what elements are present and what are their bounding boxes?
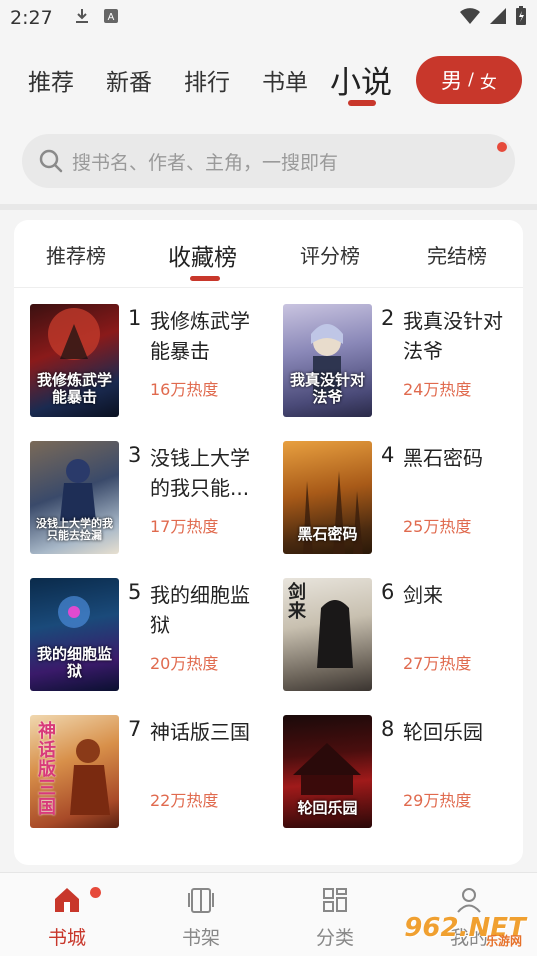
search-icon bbox=[39, 149, 63, 173]
book-cover-title: 我的细胞监狱 bbox=[36, 645, 112, 680]
book-heat: 17万热度 bbox=[150, 517, 219, 536]
battery-icon bbox=[515, 6, 527, 30]
watermark-logo: 962.NET 乐游网 bbox=[398, 905, 532, 951]
watermark-sub: 乐游网 bbox=[485, 934, 522, 948]
book-title: 黑石密码 bbox=[403, 446, 483, 470]
bottom-nav-label: 书架 bbox=[181, 927, 220, 949]
book-heat: 29万热度 bbox=[403, 791, 472, 810]
a-icon: A bbox=[103, 8, 119, 29]
book-cover-title: 神话版三国 bbox=[38, 721, 56, 818]
book-cover[interactable]: 神话版三国 bbox=[30, 715, 119, 828]
book-cover[interactable]: 轮回乐园 bbox=[283, 715, 372, 828]
book-item[interactable]: 我真没针对法爷 2 我真没针对法爷 24万热度 bbox=[283, 304, 513, 419]
nav-item-recommend[interactable]: 推荐 bbox=[28, 63, 74, 97]
search-placeholder: 搜书名、作者、主角，一搜即有 bbox=[72, 151, 339, 174]
wifi-icon bbox=[459, 7, 481, 29]
tab-recommend[interactable]: 推荐榜 bbox=[46, 240, 106, 269]
book-item[interactable]: 轮回乐园 8 轮回乐园 29万热度 bbox=[283, 715, 513, 830]
notification-dot bbox=[497, 142, 507, 152]
book-heat: 25万热度 bbox=[403, 517, 472, 536]
book-title: 神话版三国 bbox=[150, 720, 250, 744]
signal-icon bbox=[489, 7, 507, 29]
tab-collect[interactable]: 收藏榜 bbox=[168, 238, 237, 272]
book-heat: 24万热度 bbox=[403, 380, 472, 399]
nav-active-indicator bbox=[348, 100, 376, 106]
gender-separator: / bbox=[468, 70, 474, 90]
book-cover[interactable]: 黑石密码 bbox=[283, 441, 372, 554]
book-cover-title: 没钱上大学的我只能去捡漏 bbox=[36, 516, 113, 542]
book-cover-title: 我真没针对法爷 bbox=[289, 371, 365, 406]
book-title: 我的细胞监狱 bbox=[150, 583, 250, 637]
nav-item-new[interactable]: 新番 bbox=[106, 63, 152, 97]
book-cover[interactable]: 没钱上大学的我只能去捡漏 bbox=[30, 441, 119, 554]
gender-toggle[interactable]: 男 / 女 bbox=[416, 56, 522, 104]
tab-rating[interactable]: 评分榜 bbox=[300, 240, 360, 269]
book-item[interactable]: 没钱上大学的我只能去捡漏 3 没钱上大学的我只能... 17万热度 bbox=[30, 441, 260, 556]
book-rank: 2 bbox=[381, 306, 395, 330]
notification-dot bbox=[90, 887, 101, 898]
book-title: 我修炼武学能暴击 bbox=[150, 309, 250, 363]
book-cover[interactable]: 剑来 bbox=[283, 578, 372, 691]
book-item[interactable]: 黑石密码 4 黑石密码 25万热度 bbox=[283, 441, 513, 556]
book-heat: 16万热度 bbox=[150, 380, 219, 399]
book-rank: 8 bbox=[381, 717, 395, 741]
ranking-card: 推荐榜 收藏榜 评分榜 完结榜 我修炼武学能暴击 1 我修炼武学能暴击 16万热… bbox=[14, 220, 523, 865]
book-rank: 3 bbox=[128, 443, 142, 467]
nav-item-ranking[interactable]: 排行 bbox=[184, 63, 230, 97]
book-item[interactable]: 我的细胞监狱 5 我的细胞监狱 20万热度 bbox=[30, 578, 260, 693]
book-rank: 6 bbox=[381, 580, 395, 604]
book-cover-title: 我修炼武学能暴击 bbox=[36, 371, 112, 406]
bottom-nav-category[interactable]: 分类 bbox=[268, 873, 402, 956]
book-rank: 5 bbox=[128, 580, 142, 604]
book-title: 剑来 bbox=[403, 583, 443, 607]
nav-item-booklist[interactable]: 书单 bbox=[262, 63, 308, 97]
grid-icon bbox=[323, 888, 347, 912]
home-icon bbox=[55, 888, 79, 912]
bookshelf-icon bbox=[188, 888, 214, 913]
book-rank: 7 bbox=[128, 717, 142, 741]
book-heat: 27万热度 bbox=[403, 654, 472, 673]
book-rank: 4 bbox=[381, 443, 395, 467]
book-item[interactable]: 神话版三国 7 神话版三国 22万热度 bbox=[30, 715, 260, 830]
book-cover-title: 轮回乐园 bbox=[297, 798, 358, 817]
book-title: 我真没针对法爷 bbox=[403, 309, 503, 363]
search-input[interactable]: 搜书名、作者、主角，一搜即有 bbox=[22, 134, 515, 188]
book-cover-title: 黑石密码 bbox=[297, 524, 358, 543]
bottom-nav-label: 书城 bbox=[47, 927, 86, 949]
top-nav: 推荐 新番 排行 书单 小说 男 / 女 bbox=[0, 36, 537, 122]
download-icon bbox=[73, 7, 91, 30]
book-cover[interactable]: 我修炼武学能暴击 bbox=[30, 304, 119, 417]
nav-item-novel[interactable]: 小说 bbox=[330, 57, 392, 102]
svg-text:A: A bbox=[107, 12, 114, 23]
gender-female-label: 女 bbox=[479, 72, 497, 93]
book-item[interactable]: 我修炼武学能暴击 1 我修炼武学能暴击 16万热度 bbox=[30, 304, 260, 419]
book-heat: 22万热度 bbox=[150, 791, 219, 810]
tab-finished[interactable]: 完结榜 bbox=[427, 240, 487, 269]
ranking-tabs: 推荐榜 收藏榜 评分榜 完结榜 bbox=[14, 220, 523, 288]
book-title: 轮回乐园 bbox=[403, 720, 483, 744]
book-item[interactable]: 剑来 6 剑来 27万热度 bbox=[283, 578, 513, 693]
search-section: 搜书名、作者、主角，一搜即有 bbox=[0, 122, 537, 204]
status-time: 2:27 bbox=[10, 7, 53, 29]
book-cover-title: 剑来 bbox=[288, 582, 306, 622]
book-title: 没钱上大学的我只能... bbox=[150, 446, 250, 500]
status-bar: 2:27 A bbox=[0, 0, 537, 36]
bottom-nav-bookstore[interactable]: 书城 bbox=[0, 873, 134, 956]
book-heat: 20万热度 bbox=[150, 654, 219, 673]
tab-active-indicator bbox=[190, 276, 220, 281]
gender-male-label: 男 bbox=[441, 69, 463, 93]
book-cover[interactable]: 我的细胞监狱 bbox=[30, 578, 119, 691]
section-divider bbox=[0, 204, 537, 210]
bottom-nav-bookshelf[interactable]: 书架 bbox=[134, 873, 268, 956]
book-rank: 1 bbox=[128, 306, 142, 330]
bottom-nav-label: 分类 bbox=[315, 927, 354, 949]
book-cover[interactable]: 我真没针对法爷 bbox=[283, 304, 372, 417]
